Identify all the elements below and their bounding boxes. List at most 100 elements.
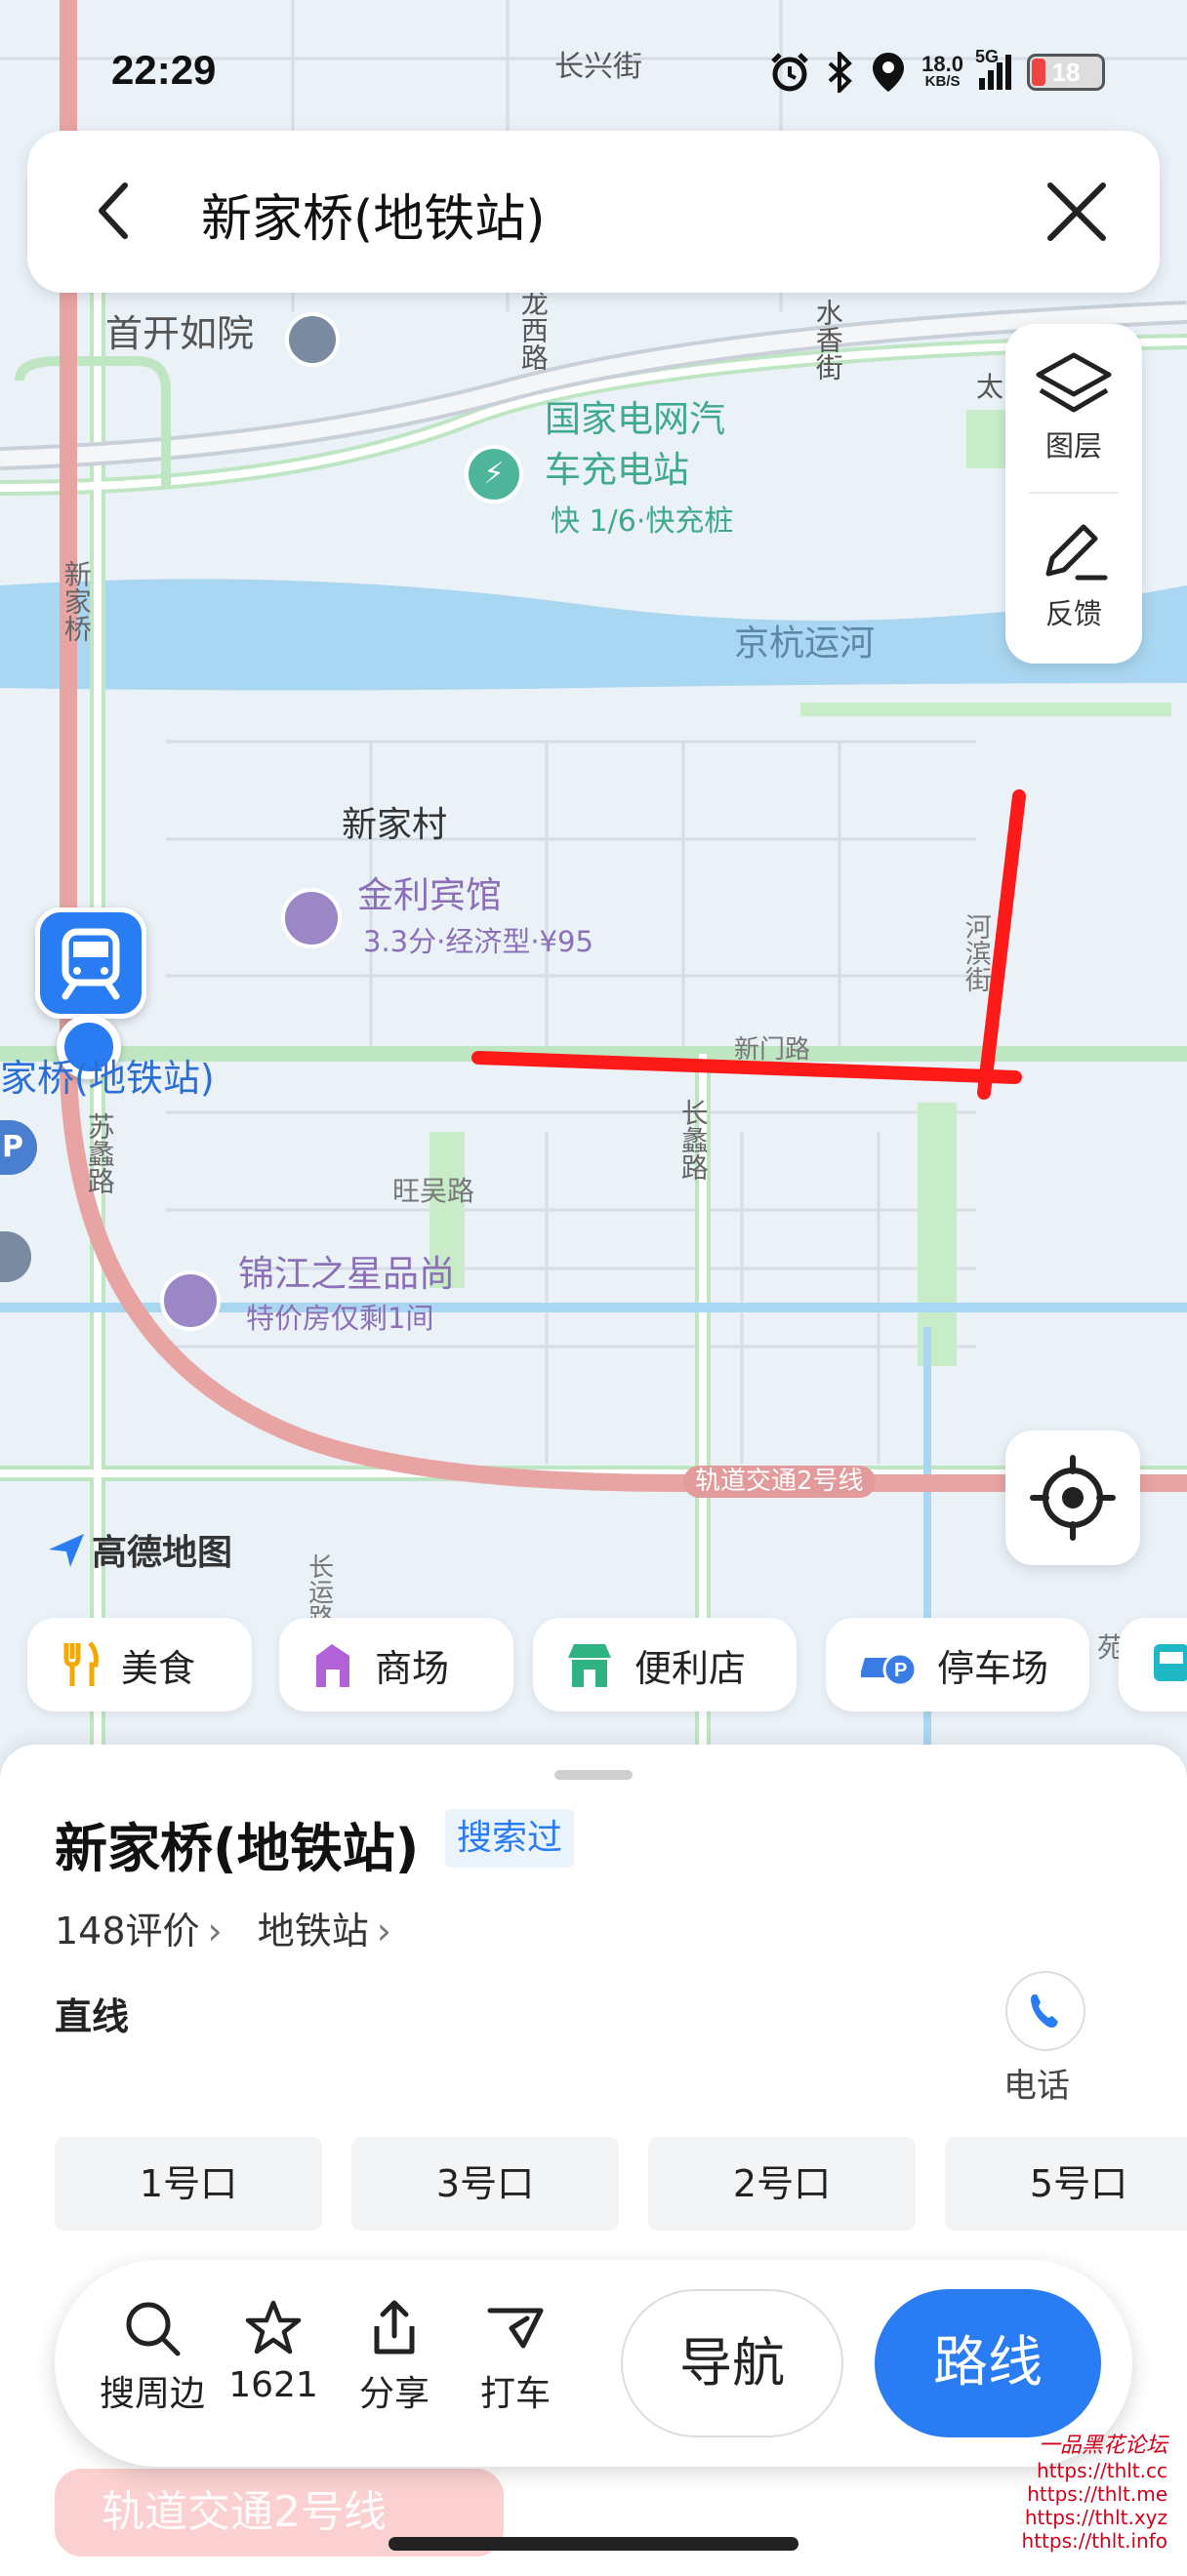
area-label: 新家村 [342,805,448,845]
poi-label[interactable]: 首开如院 [105,313,254,355]
station-exits: 1号口 3号口 2号口 5号口 [55,2137,1187,2234]
svg-text:P: P [894,1660,907,1681]
watermark-url: https://thlt.cc [1037,2459,1167,2483]
street-label: 太 [976,371,1004,403]
layers-label: 图层 [1044,429,1102,463]
tools-divider [1029,492,1119,494]
phone-label: 电话 [1003,2067,1070,2106]
chevron-right-icon: › [207,1910,223,1952]
battery-icon: 18 [1027,54,1105,91]
exit-button[interactable]: 2号口 [648,2137,916,2231]
watermark-url: https://thlt.xyz [1024,2506,1167,2530]
chip-label: 商场 [375,1646,450,1690]
favorite-button[interactable]: 1621 [215,2297,332,2405]
street-label: 旺吴路 [392,1175,475,1207]
station-map-label[interactable]: 家桥(地铁站) [0,1048,215,1102]
poi-sublabel: 特价房仅剩1间 [246,1302,434,1335]
close-icon[interactable] [1041,176,1113,248]
exit-button[interactable]: 1号口 [55,2137,322,2231]
network-speed: 18.0 KB/S [921,54,963,91]
gaode-arrow-icon [49,1534,84,1567]
home-indicator[interactable] [389,2537,798,2551]
taxi-label: 打车 [479,2374,551,2414]
watermark: 一品黑花论坛 https://thlt.cc https://thlt.me h… [972,2434,1187,2553]
alarm-icon [771,53,808,92]
street-label: 新门路 [734,1035,811,1065]
exit-button[interactable]: 3号口 [351,2137,619,2231]
taxi-icon [487,2308,544,2349]
street-label: 长蠡路 [676,1099,710,1181]
bus-icon [1154,1644,1187,1681]
street-label: 水香街 [811,299,844,381]
navigate-button[interactable]: 导航 [621,2289,843,2437]
poi-sublabel: 3.3分·经济型·¥95 [363,925,594,958]
hotel-icon [160,1270,221,1331]
gaode-logo: 高德地图 [47,1524,232,1575]
chip-label: 停车场 [937,1646,1049,1690]
locate-button[interactable] [1005,1430,1140,1565]
metro-station-marker[interactable] [35,907,146,1019]
reviews-link[interactable]: 148评价 › [55,1901,223,1954]
share-button[interactable]: 分享 [336,2297,453,2416]
metro-train-icon [61,928,120,1000]
speed-unit: KB/S [924,73,961,91]
feedback-pencil-icon [1045,524,1108,581]
layers-button[interactable]: 图层 [1005,351,1142,464]
search-bar[interactable]: 新家桥(地铁站) [27,131,1160,293]
layers-icon [1036,352,1112,413]
network-type: 5G [975,47,1000,66]
category-chips: 美食 商场 便利店 P 停车场 [27,1618,1187,1715]
nearby-label: 搜周边 [99,2374,205,2414]
poi-sublabel: 快 1/6·快充桩 [551,504,734,539]
gaode-brand-text: 高德地图 [92,1533,233,1573]
category-link[interactable]: 地铁站 › [258,1901,391,1954]
reviews-count: 148评价 [55,1910,200,1952]
star-icon [245,2300,302,2355]
phone-button[interactable] [1005,1971,1085,2051]
feedback-button[interactable]: 反馈 [1005,519,1142,632]
status-bar: 22:29 18.0 KB/S 5G 18 [0,47,1187,105]
chip-food[interactable]: 美食 [27,1618,252,1711]
watermark-title: 一品黑花论坛 [1038,2434,1167,2458]
mall-icon [316,1644,349,1687]
parking-letter: P [2,1130,23,1164]
searched-badge: 搜索过 [445,1809,575,1868]
chip-label: 便利店 [634,1646,747,1690]
poi-label[interactable]: 锦江之星品尚 [238,1254,455,1295]
street-label: 苏蠡路 [83,1112,116,1194]
location-icon [873,53,905,92]
chip-bus[interactable] [1119,1618,1187,1711]
search-query[interactable]: 新家桥(地铁站) [201,178,546,251]
street-label: 河滨街 [960,913,991,992]
street-label: 龙西路 [516,289,550,371]
watermark-url: https://thlt.me [1027,2482,1167,2507]
poi-label[interactable]: 国家电网汽 [545,399,725,440]
chip-store[interactable]: 便利店 [533,1618,797,1711]
store-icon [568,1644,611,1687]
place-meta: 148评价 › 地铁站 › [55,1901,391,1954]
chip-parking[interactable]: P 停车场 [826,1618,1089,1711]
distance-label: 直线 [55,1995,130,2038]
food-icon [63,1641,99,1686]
chip-mall[interactable]: 商场 [279,1618,513,1711]
metro-line-label: 轨道交通2号线 [683,1466,876,1498]
poi-label[interactable]: 金利宾馆 [357,875,502,916]
street-label: 新家桥 [60,560,93,642]
crosshair-icon [1030,1455,1116,1541]
route-button[interactable]: 路线 [875,2289,1101,2437]
taxi-button[interactable]: 打车 [457,2297,574,2416]
exit-button[interactable]: 5号口 [945,2137,1187,2231]
sheet-drag-handle[interactable] [554,1770,633,1780]
map-tools-panel: 图层 反馈 [1005,324,1142,664]
place-title: 新家桥(地铁站) [55,1818,420,1879]
signal-icon: 5G [975,47,1011,90]
share-label: 分享 [358,2374,430,2414]
place-category: 地铁站 [257,1910,369,1952]
feedback-label: 反馈 [1044,597,1102,630]
search-nearby-button[interactable]: 搜周边 [94,2297,211,2416]
parking-icon: P [861,1652,918,1687]
back-arrow-icon[interactable] [82,176,152,246]
poi-label[interactable]: 车充电站 [545,450,689,491]
charging-icon: ⚡ [465,445,523,503]
chevron-right-icon: › [376,1910,391,1952]
